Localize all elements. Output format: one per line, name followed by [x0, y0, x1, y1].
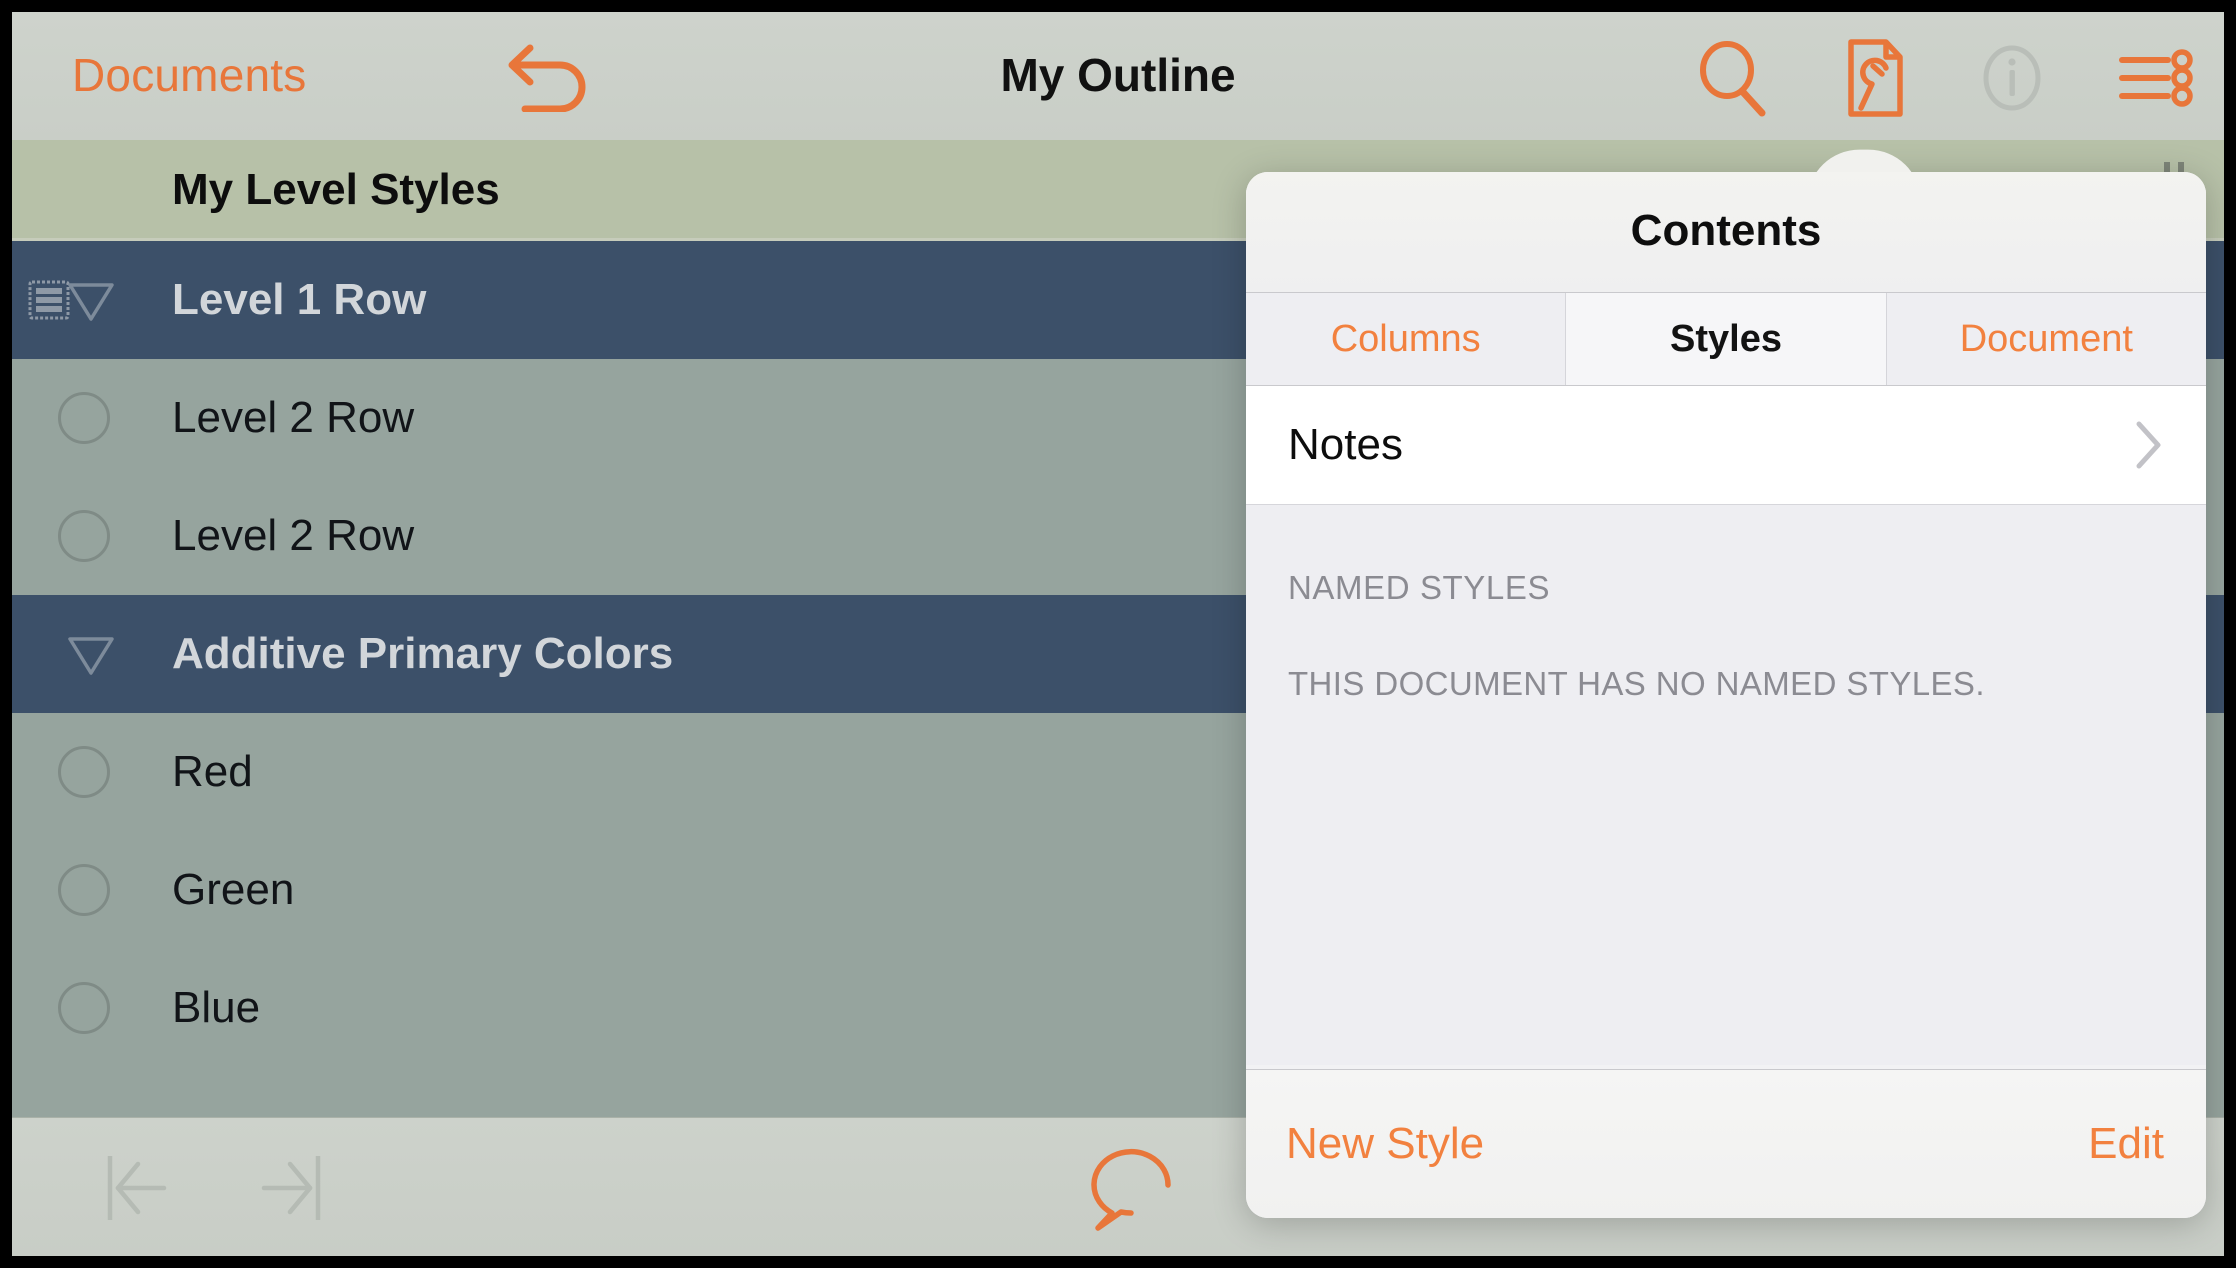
tab-columns[interactable]: Columns: [1246, 293, 1567, 385]
notes-list-item-label: Notes: [1288, 420, 1403, 469]
outline-row-label: Level 1 Row: [172, 275, 427, 324]
outline-row-label: Level 2 Row: [172, 393, 415, 442]
popover-footer: New Style Edit: [1246, 1069, 2206, 1218]
named-styles-section-header: NAMED STYLES: [1288, 569, 1551, 606]
tab-document[interactable]: Document: [1886, 293, 2206, 385]
row-bullet-icon[interactable]: [58, 746, 110, 798]
undo-icon[interactable]: [502, 40, 594, 113]
row-bullet-icon[interactable]: [58, 982, 110, 1034]
outdent-icon[interactable]: [88, 1144, 192, 1232]
document-wrench-icon[interactable]: [1820, 32, 1924, 124]
search-icon[interactable]: [1680, 32, 1784, 124]
contents-popover[interactable]: Contents Columns Styles Document Notes N…: [1246, 172, 2206, 1218]
outline-row-label: Level 2 Row: [172, 511, 415, 560]
disclosure-triangle-icon[interactable]: [60, 623, 122, 685]
device-viewport: Documents My Outline My Level Styles Lev…: [12, 12, 2224, 1256]
outline-row-label: Red: [172, 747, 253, 796]
tab-styles[interactable]: Styles: [1566, 293, 1887, 385]
top-navigation-bar: Documents My Outline: [12, 12, 2224, 141]
popover-header: Contents: [1246, 172, 2206, 293]
new-style-button[interactable]: New Style: [1286, 1119, 1484, 1169]
named-styles-section: NAMED STYLES THIS DOCUMENT HAS NO NAMED …: [1246, 505, 2206, 1065]
row-bullet-icon[interactable]: [58, 864, 110, 916]
disclosure-triangle-icon[interactable]: [60, 269, 122, 331]
named-styles-empty-message: THIS DOCUMENT HAS NO NAMED STYLES.: [1288, 665, 1985, 702]
column-header-title: My Level Styles: [172, 165, 500, 214]
notes-list-item[interactable]: Notes: [1246, 386, 2206, 505]
edit-button[interactable]: Edit: [2088, 1119, 2164, 1169]
popover-segmented-control[interactable]: Columns Styles Document: [1246, 293, 2206, 386]
outline-row-label: Blue: [172, 983, 261, 1032]
info-icon[interactable]: [1960, 32, 2064, 124]
screen: Documents My Outline My Level Styles Lev…: [0, 0, 2236, 1268]
outline-row-label: Green: [172, 865, 295, 914]
outline-row-label: Additive Primary Colors: [172, 629, 674, 678]
row-bullet-icon[interactable]: [58, 510, 110, 562]
row-bullet-icon[interactable]: [58, 392, 110, 444]
chevron-right-icon: [2134, 419, 2164, 471]
list-options-icon[interactable]: [2100, 32, 2204, 124]
popover-body: Contents Columns Styles Document Notes N…: [1246, 172, 2206, 1218]
indent-icon[interactable]: [236, 1144, 340, 1232]
back-to-documents-button[interactable]: Documents: [72, 48, 306, 102]
comment-bubble-icon[interactable]: [1072, 1138, 1190, 1238]
popover-title: Contents: [1630, 206, 1822, 255]
